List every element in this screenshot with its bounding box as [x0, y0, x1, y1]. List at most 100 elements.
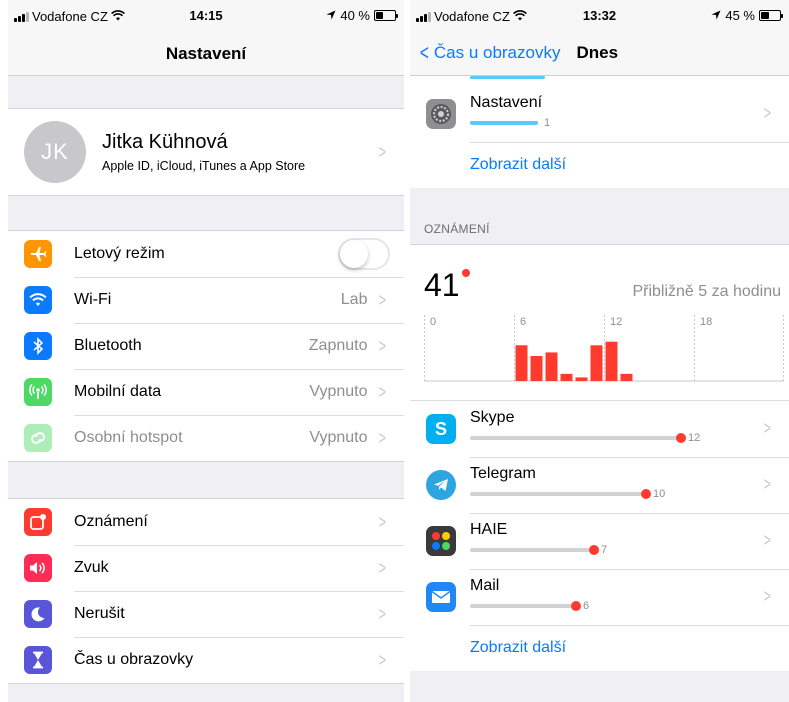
haie-icon	[426, 526, 456, 556]
app-name: HAIE	[470, 521, 508, 538]
hourly-chart: 0 6 12 18	[424, 315, 784, 382]
row-value: Zapnuto	[308, 337, 368, 354]
chart-tick-label: 12	[610, 316, 622, 328]
settings-row-mobile-data[interactable]: Mobilní data Vypnuto >	[8, 369, 404, 415]
chevron-right-icon: >	[764, 474, 772, 494]
chevron-right-icon: >	[764, 418, 772, 438]
app-row-skype[interactable]: S Skype 12 >	[410, 401, 789, 457]
status-right: 40 %	[326, 8, 398, 23]
battery-icon	[759, 10, 783, 21]
moon-icon	[24, 600, 52, 628]
speaker-icon	[24, 554, 52, 582]
notification-count: 10	[653, 488, 666, 500]
row-label: Čas u obrazovky	[74, 651, 194, 668]
settings-gear-icon	[426, 99, 456, 129]
screen-time-screen: Vodafone CZ 13:32 45 % < Čas u obrazovky…	[410, 0, 789, 702]
scrolled-row-fragment	[410, 76, 789, 86]
app-row-settings[interactable]: Nastavení 1 >	[410, 86, 789, 142]
chevron-right-icon: >	[379, 335, 387, 356]
row-label: Mobilní data	[74, 383, 162, 400]
notification-bar: 6	[470, 600, 590, 612]
notification-count: 12	[688, 432, 701, 444]
location-icon	[326, 8, 336, 23]
skype-icon: S	[426, 414, 456, 444]
row-value: Vypnuto	[309, 383, 368, 400]
settings-row-wifi[interactable]: Wi-Fi Lab >	[8, 277, 404, 323]
profile-name: Jitka Kühnová	[102, 131, 228, 153]
row-label: Nerušit	[74, 605, 125, 622]
apple-id-row[interactable]: JK Jitka Kühnová Apple ID, iCloud, iTune…	[8, 109, 404, 195]
notifications-chart-card: 41 Přibližně 5 za hodinu 0 6 12 18	[410, 244, 789, 400]
profile-subtitle: Apple ID, iCloud, iTunes a App Store	[102, 159, 306, 173]
chevron-right-icon: >	[379, 141, 387, 162]
status-right: 45 %	[711, 8, 783, 23]
chevron-right-icon: >	[764, 530, 772, 550]
red-dot-icon	[461, 269, 470, 277]
settings-row-sound[interactable]: Zvuk >	[8, 545, 404, 591]
app-row-haie[interactable]: HAIE 7 >	[410, 513, 789, 569]
back-label: Čas u obrazovky	[433, 42, 561, 62]
chevron-right-icon: >	[764, 103, 772, 123]
chart-bar	[515, 345, 528, 381]
chart-bar	[575, 377, 588, 381]
settings-row-hotspot[interactable]: Osobní hotspot Vypnuto >	[8, 415, 404, 461]
settings-row-notifications[interactable]: Oznámení >	[8, 499, 404, 545]
row-label: Osobní hotspot	[74, 429, 183, 446]
hotspot-icon	[24, 424, 52, 452]
section-header: OZNÁMENÍ	[424, 222, 490, 236]
settings-row-screen-time[interactable]: Čas u obrazovky >	[8, 637, 404, 683]
nav-bar: < Čas u obrazovky Dnes	[410, 30, 789, 76]
location-icon	[711, 8, 721, 23]
settings-row-bluetooth[interactable]: Bluetooth Zapnuto >	[8, 323, 404, 369]
show-more-link[interactable]: Zobrazit další	[410, 625, 789, 671]
chart-tick-label: 18	[700, 316, 712, 328]
chart-tick-label: 0	[430, 316, 436, 328]
general-group: Oznámení > Zvuk > Nerušit > Čas u obrazo…	[8, 498, 404, 684]
chevron-right-icon: >	[379, 381, 387, 402]
chart-bar	[560, 373, 573, 381]
status-bar: Vodafone CZ 13:32 45 %	[410, 0, 789, 30]
chart-bar	[530, 356, 543, 381]
notification-count: 6	[583, 600, 590, 612]
back-button[interactable]: < Čas u obrazovky	[418, 39, 561, 65]
battery-icon	[374, 10, 398, 21]
settings-row-do-not-disturb[interactable]: Nerušit >	[8, 591, 404, 637]
status-bar: Vodafone CZ 14:15 40 %	[8, 0, 404, 30]
notification-count: 7	[601, 544, 608, 556]
app-name: Nastavení	[470, 94, 543, 111]
app-list: S Skype 12 > Telegram 10 > HAIE 7 > Mail…	[410, 400, 789, 671]
usage-count: 1	[544, 117, 551, 129]
chart-bar	[545, 352, 558, 381]
app-name: Mail	[470, 577, 500, 594]
show-more-link[interactable]: Zobrazit další	[410, 142, 789, 188]
profile-group: JK Jitka Kühnová Apple ID, iCloud, iTune…	[8, 108, 404, 196]
airplane-toggle[interactable]	[338, 238, 390, 270]
row-label: Wi-Fi	[74, 291, 112, 308]
row-label: Oznámení	[74, 513, 148, 530]
chart-tick-label: 6	[520, 316, 526, 328]
settings-screen: Vodafone CZ 14:15 40 % Nastavení JK Jitk…	[8, 0, 404, 702]
page-title: Nastavení	[165, 44, 247, 63]
chevron-right-icon: >	[379, 511, 387, 532]
bluetooth-icon	[24, 332, 52, 360]
total-notifications: 41	[424, 267, 470, 304]
row-label: Bluetooth	[74, 337, 142, 354]
row-label: Letový režim	[74, 245, 165, 262]
telegram-icon	[426, 470, 456, 500]
battery-percent: 45 %	[725, 8, 755, 23]
chart-bar	[605, 341, 618, 381]
page-title: Dnes	[576, 42, 619, 62]
row-value: Vypnuto	[309, 429, 368, 446]
chevron-right-icon: >	[379, 603, 387, 624]
chevron-left-icon: <	[419, 39, 429, 65]
app-row-mail[interactable]: Mail 6 >	[410, 569, 789, 625]
total-value: 41	[424, 267, 460, 303]
settings-row-airplane[interactable]: Letový režim	[8, 231, 404, 277]
antenna-icon	[24, 378, 52, 406]
avatar: JK	[24, 121, 86, 183]
chevron-right-icon: >	[379, 649, 387, 670]
hourglass-icon	[24, 646, 52, 674]
wifi-icon	[24, 286, 52, 314]
app-row-telegram[interactable]: Telegram 10 >	[410, 457, 789, 513]
app-name: Skype	[470, 409, 515, 426]
